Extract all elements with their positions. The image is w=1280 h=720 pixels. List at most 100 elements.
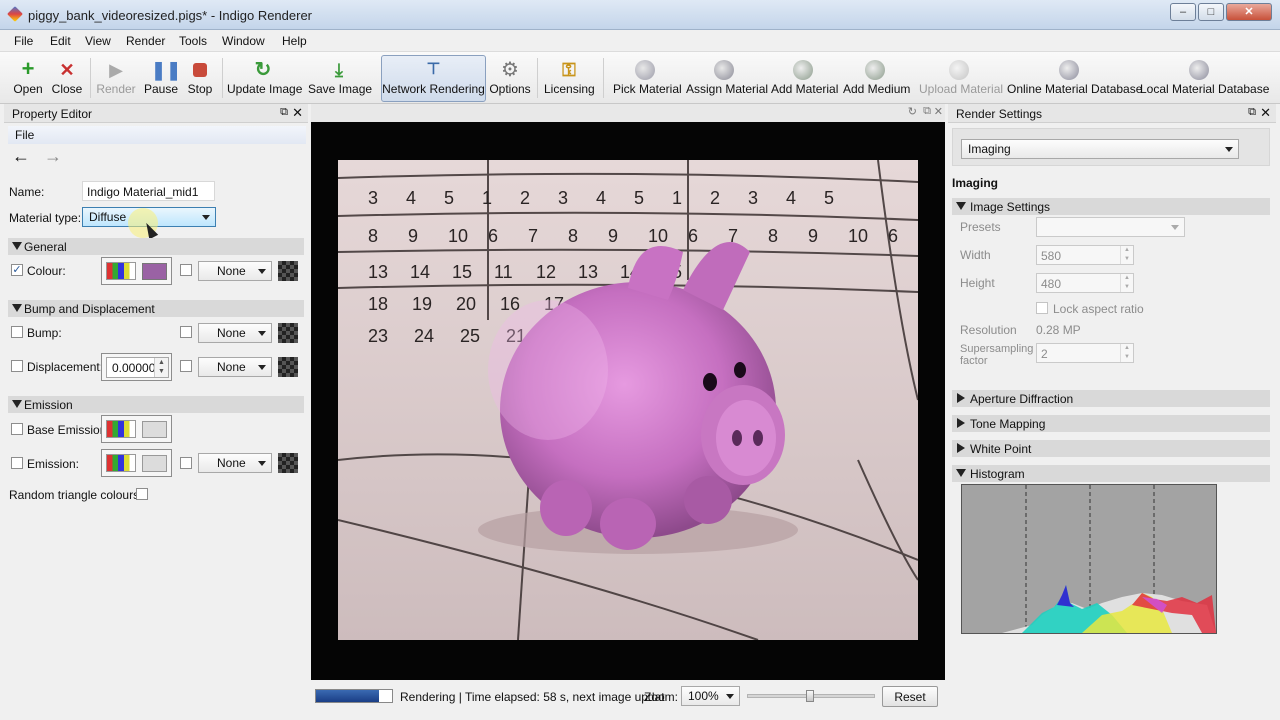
render-status-text: Rendering | Time elapsed: 58 s, next ima… xyxy=(400,690,665,704)
close-panel-icon[interactable]: ✕ xyxy=(1260,105,1271,121)
displacement-texture-select[interactable]: None xyxy=(198,357,272,377)
scene-number: 4 xyxy=(406,188,416,208)
name-input[interactable]: Indigo Material_mid1 xyxy=(82,181,215,201)
back-arrow-icon[interactable]: ← xyxy=(12,147,30,165)
displacement-texture-checkbox[interactable] xyxy=(180,360,192,372)
pause-button[interactable]: ❚❚ Pause xyxy=(142,56,181,102)
menu-render[interactable]: Render xyxy=(126,34,165,48)
add-material-button[interactable]: Add Material xyxy=(771,56,838,102)
emission-picker-button[interactable] xyxy=(106,454,136,472)
height-input[interactable]: 480 ▲ ▼ xyxy=(1036,273,1134,293)
triangle-right-icon xyxy=(957,418,965,428)
section-general[interactable]: General xyxy=(8,238,304,255)
presets-select[interactable] xyxy=(1036,217,1185,237)
scene-number: 13 xyxy=(578,262,598,282)
menu-window[interactable]: Window xyxy=(222,34,265,48)
menu-edit[interactable]: Edit xyxy=(50,34,71,48)
colour-checkbox[interactable]: ✓ xyxy=(11,264,23,276)
reset-button[interactable]: Reset xyxy=(882,686,938,707)
histogram-plot xyxy=(1002,485,1216,633)
displacement-checkbox[interactable] xyxy=(11,360,23,372)
random-triangle-label: Random triangle colours: xyxy=(9,488,143,502)
network-icon: ⊤ xyxy=(426,61,441,78)
network-rendering-button[interactable]: ⊤ Network Rendering xyxy=(381,55,486,102)
assign-material-button[interactable]: Assign Material xyxy=(686,56,768,102)
colour-picker-button[interactable] xyxy=(106,262,136,280)
colour-label: Colour: xyxy=(27,264,66,278)
float-panel-icon[interactable]: ⧉ xyxy=(280,106,288,119)
add-medium-button[interactable]: Add Medium xyxy=(843,56,910,102)
minimize-button[interactable]: – xyxy=(1170,3,1196,21)
upload-material-button[interactable]: Upload Material xyxy=(919,56,1003,102)
emission-texture-select[interactable]: None xyxy=(198,453,272,473)
spin-arrows-icon[interactable]: ▲ ▼ xyxy=(1120,246,1133,264)
close-panel-icon[interactable]: ✕ xyxy=(292,105,303,121)
stop-button[interactable]: Stop xyxy=(184,56,216,102)
section-tone-mapping[interactable]: Tone Mapping xyxy=(952,415,1270,432)
section-aperture-diffraction[interactable]: Aperture Diffraction xyxy=(952,390,1270,407)
section-histogram[interactable]: Histogram xyxy=(952,465,1270,482)
licensing-button[interactable]: ⚿ Licensing xyxy=(544,56,595,102)
spin-arrows-icon[interactable]: ▲ ▼ xyxy=(1120,274,1133,292)
zoom-slider-handle[interactable] xyxy=(806,690,814,702)
emission-swatch[interactable] xyxy=(142,455,167,472)
online-material-database-button[interactable]: Online Material Database xyxy=(1007,56,1142,102)
zoom-select[interactable]: 100% xyxy=(681,686,740,706)
colour-swatch[interactable] xyxy=(142,263,167,280)
close-button[interactable]: ✕ Close xyxy=(48,56,86,102)
menu-view[interactable]: View xyxy=(85,34,111,48)
close-window-button[interactable]: ✕ xyxy=(1226,3,1272,21)
float-view-icon[interactable]: ⧉ xyxy=(923,105,931,118)
maximize-button[interactable]: □ xyxy=(1198,3,1224,21)
options-button[interactable]: ⚙ Options xyxy=(489,56,531,102)
supersampling-input[interactable]: 2 ▲ ▼ xyxy=(1036,343,1134,363)
save-image-button[interactable]: ⤓ Save Image xyxy=(308,56,372,102)
emission-checkbox[interactable] xyxy=(11,457,23,469)
bump-texture-checkbox[interactable] xyxy=(180,326,192,338)
random-triangle-checkbox[interactable] xyxy=(136,488,148,500)
menu-tools[interactable]: Tools xyxy=(179,34,207,48)
float-panel-icon[interactable]: ⧉ xyxy=(1248,106,1256,119)
colour-texture-checkbox[interactable] xyxy=(180,264,192,276)
width-input[interactable]: 580 ▲ ▼ xyxy=(1036,245,1134,265)
emission-texture-checkbox[interactable] xyxy=(180,457,192,469)
bump-checkbox[interactable] xyxy=(11,326,23,338)
refresh-view-icon[interactable]: ↻ xyxy=(908,105,917,118)
spin-arrows-icon[interactable]: ▲ ▼ xyxy=(1120,344,1133,362)
menu-bar: File Edit View Render Tools Window Help xyxy=(0,30,1280,52)
emission-swatch-box xyxy=(101,449,172,477)
property-file-menu[interactable]: File xyxy=(15,128,34,142)
section-image-settings[interactable]: Image Settings xyxy=(952,198,1270,215)
lock-aspect-checkbox[interactable] xyxy=(1036,302,1048,314)
section-bump-displacement[interactable]: Bump and Displacement xyxy=(8,300,304,317)
name-label: Name: xyxy=(9,185,45,199)
texture-preview-icon xyxy=(278,323,298,343)
bump-texture-select[interactable]: None xyxy=(198,323,272,343)
scene-number: 13 xyxy=(368,262,388,282)
spin-arrows-icon[interactable]: ▲ ▼ xyxy=(154,358,168,377)
update-image-button[interactable]: ↻ Update Image xyxy=(227,56,302,102)
render-viewport[interactable]: 3 4 5 1 2 3 4 5 1 2 3 4 5 8 9 10 6 7 8 9 10 6 7 8 9 10 6 13 14 15 11 12… xyxy=(311,122,945,680)
scene-number: 1 xyxy=(482,188,492,208)
section-emission[interactable]: Emission xyxy=(8,396,304,413)
forward-arrow-icon[interactable]: → xyxy=(44,147,62,165)
menu-help[interactable]: Help xyxy=(282,34,307,48)
open-button[interactable]: + Open xyxy=(8,56,48,102)
close-view-icon[interactable]: ✕ xyxy=(934,105,943,118)
section-white-point[interactable]: White Point xyxy=(952,440,1270,457)
local-material-database-button[interactable]: Local Material Database xyxy=(1140,56,1269,102)
scene-number: 5 xyxy=(634,188,644,208)
add-medium-icon xyxy=(865,60,885,80)
colour-texture-select[interactable]: None xyxy=(198,261,272,281)
supersampling-label-line1: Supersampling xyxy=(960,343,1034,355)
menu-file[interactable]: File xyxy=(14,34,33,48)
gear-icon: ⚙ xyxy=(501,59,519,81)
base-emission-picker-button[interactable] xyxy=(106,420,136,438)
base-emission-checkbox[interactable] xyxy=(11,423,23,435)
pick-material-button[interactable]: Pick Material xyxy=(613,56,682,102)
render-category-select[interactable]: Imaging xyxy=(961,139,1239,159)
base-emission-swatch[interactable] xyxy=(142,421,167,438)
render-button[interactable]: ▶ Render xyxy=(94,56,138,102)
scene-number: 7 xyxy=(528,226,538,246)
displacement-input[interactable]: 0.00000 ▲ ▼ xyxy=(106,357,169,378)
